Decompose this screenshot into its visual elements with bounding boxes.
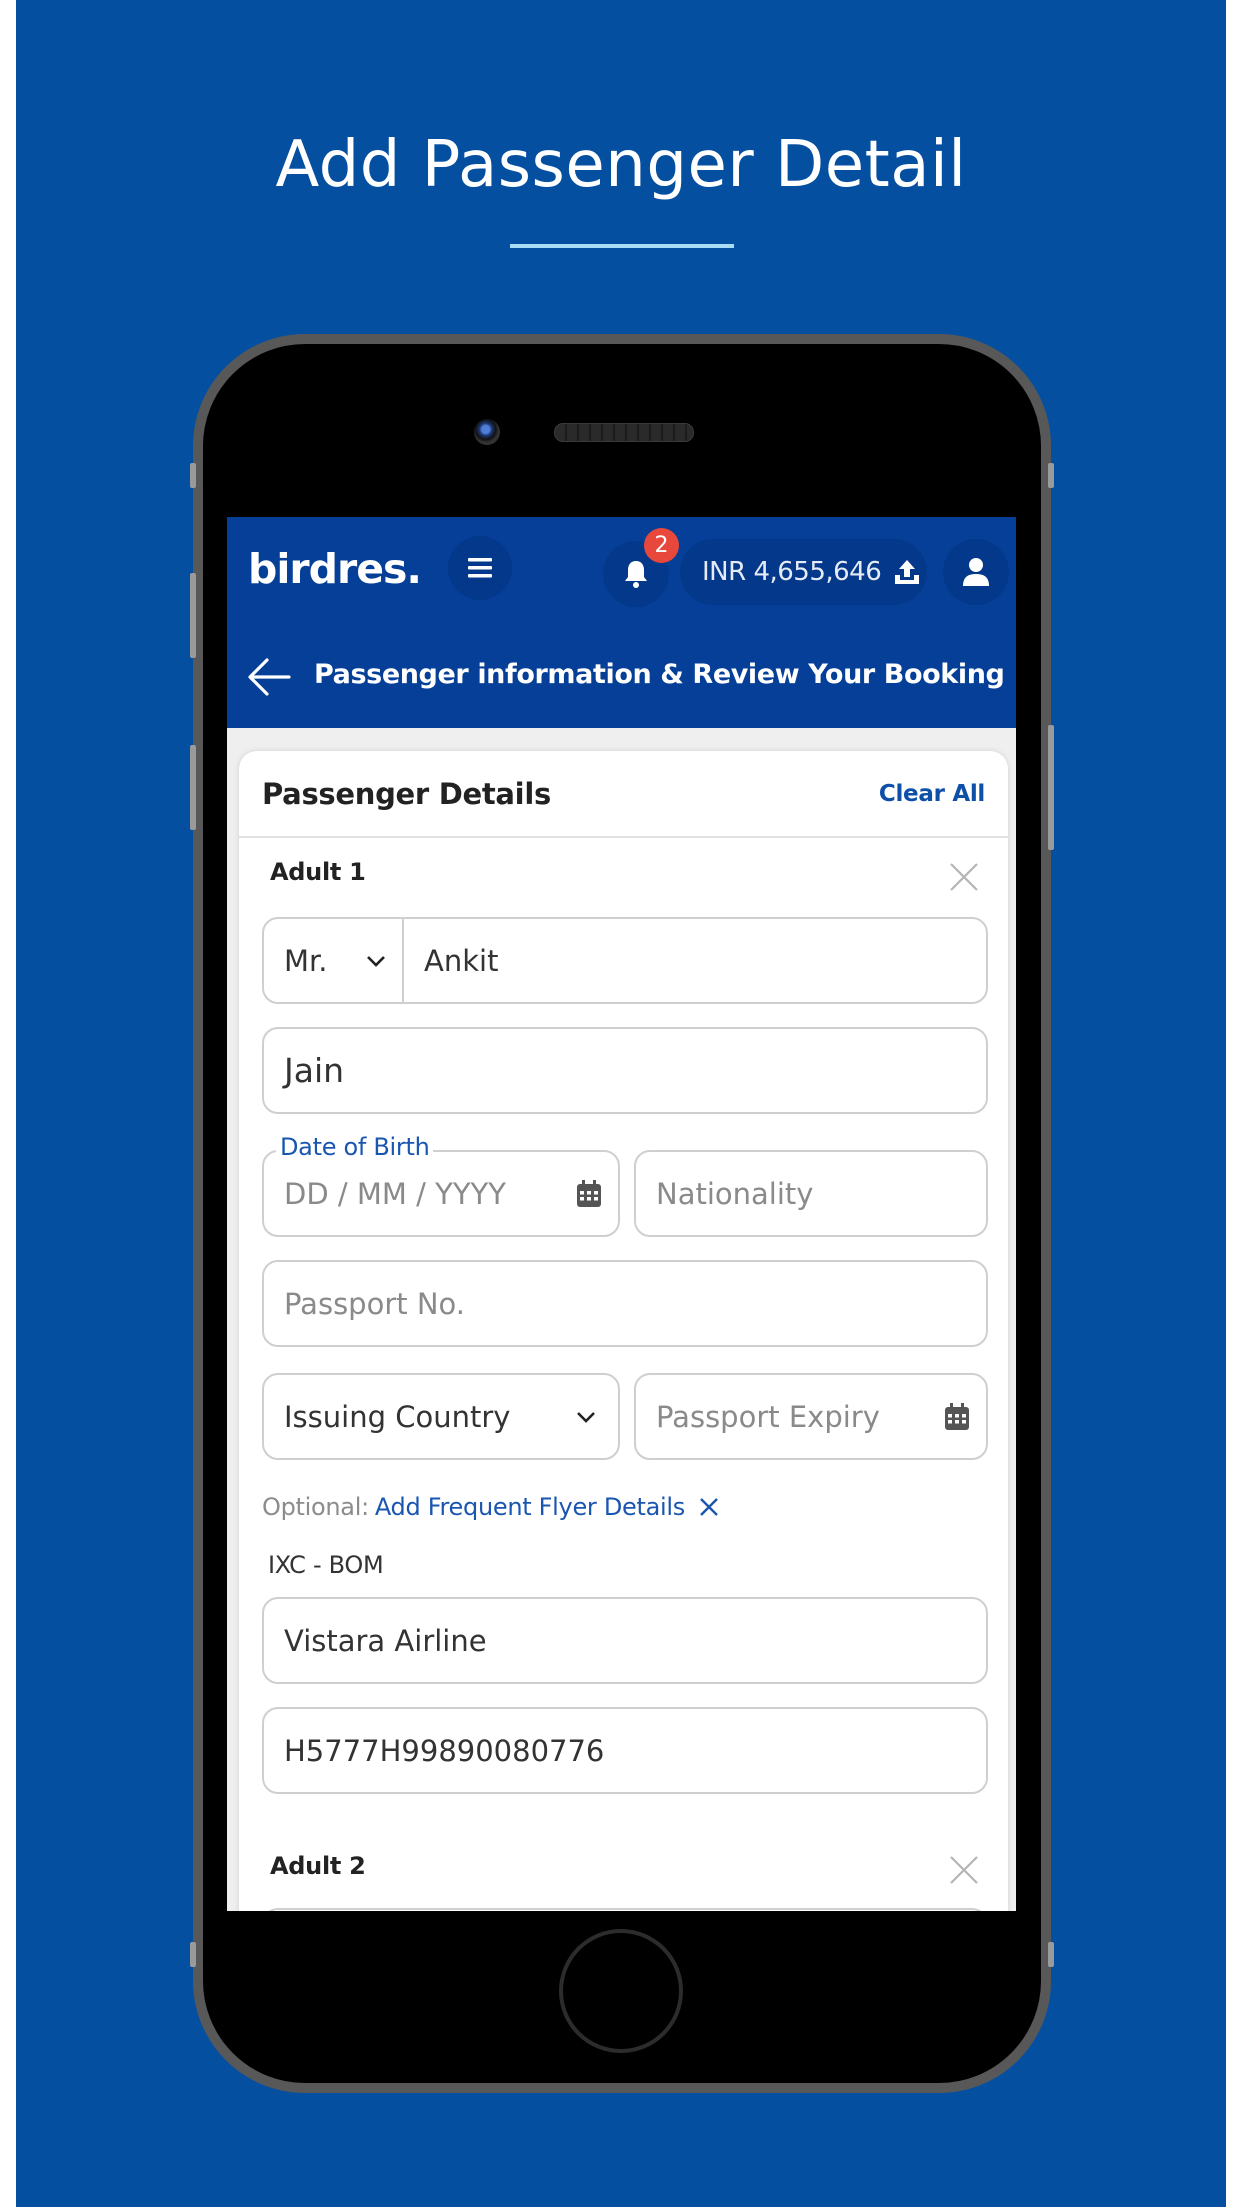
page-header: Passenger information & Review Your Book… (227, 647, 1016, 707)
name-row: Mr. Ankit (262, 917, 988, 1004)
issuing-country-select[interactable]: Issuing Country (262, 1373, 620, 1460)
wallet-balance: INR 4,655,646 (702, 557, 882, 587)
close-icon[interactable] (949, 862, 979, 892)
airline-value: Vistara Airline (284, 1623, 487, 1658)
flight-route: IXC - BOM (268, 1551, 384, 1579)
phone-volume-up (190, 573, 196, 658)
phone-side-marker-bottom-left (190, 1942, 196, 1967)
passenger-details-card: Passenger Details Clear All Adult 1 Mr. … (239, 751, 1008, 1911)
frequent-flyer-number-value: H5777H99890080776 (284, 1733, 605, 1768)
first-name-input[interactable]: Ankit (424, 944, 498, 978)
optional-prefix: Optional: (262, 1493, 369, 1521)
promo-title: Add Passenger Detail (275, 128, 967, 202)
hamburger-icon (468, 558, 492, 578)
chevron-down-icon (367, 955, 385, 967)
passenger-label: Adult 1 (270, 858, 366, 886)
card-title: Passenger Details (262, 777, 551, 811)
phone-volume-down (190, 745, 196, 830)
last-name-value: Jain (284, 1051, 345, 1090)
calendar-icon[interactable] (944, 1402, 970, 1431)
close-icon[interactable] (949, 1855, 979, 1885)
phone-side-marker-bottom-right (1048, 1942, 1054, 1967)
nationality-input[interactable]: Nationality (634, 1150, 988, 1237)
dob-placeholder: DD / MM / YYYY (284, 1176, 506, 1211)
card-header: Passenger Details Clear All (239, 751, 1008, 838)
phone-screen: birdres. 2 INR 4,655,646 Passenger infor… (227, 517, 1016, 1911)
front-camera (474, 419, 500, 445)
home-button[interactable] (559, 1929, 683, 2053)
phone-mute-switch (190, 463, 196, 488)
earpiece-speaker (554, 423, 694, 442)
airline-input[interactable]: Vistara Airline (262, 1597, 988, 1684)
user-icon (963, 558, 989, 586)
issuing-country-value: Issuing Country (284, 1399, 511, 1434)
phone-power-button (1048, 725, 1054, 850)
calendar-icon[interactable] (576, 1179, 602, 1208)
upload-icon (893, 558, 921, 586)
name-row[interactable] (262, 1908, 988, 1911)
page-title: Passenger information & Review Your Book… (314, 659, 1005, 690)
arrow-left-icon[interactable] (247, 657, 291, 697)
title-select-value: Mr. (284, 943, 328, 978)
phone-side-marker (1048, 463, 1054, 488)
passport-number-placeholder: Passport No. (284, 1286, 465, 1321)
profile-button[interactable] (943, 539, 1009, 605)
passport-expiry-placeholder: Passport Expiry (656, 1399, 880, 1434)
passenger-label: Adult 2 (270, 1852, 366, 1880)
frequent-flyer-toggle-row: Optional: Add Frequent Flyer Details (262, 1493, 719, 1521)
menu-button[interactable] (448, 536, 512, 600)
wallet-balance-button[interactable]: INR 4,655,646 (680, 539, 927, 605)
notification-count-badge: 2 (644, 528, 679, 563)
dob-floating-label: Date of Birth (276, 1133, 434, 1161)
title-select[interactable]: Mr. (264, 919, 404, 1002)
last-name-input[interactable]: Jain (262, 1027, 988, 1114)
brand-logo[interactable]: birdres. (248, 545, 422, 593)
bell-icon (625, 561, 647, 588)
chevron-down-icon (576, 1411, 596, 1423)
app-header: birdres. 2 INR 4,655,646 Passenger infor… (227, 517, 1016, 728)
close-icon[interactable] (699, 1497, 719, 1517)
clear-all-button[interactable]: Clear All (879, 781, 985, 807)
passport-number-input[interactable]: Passport No. (262, 1260, 988, 1347)
add-frequent-flyer-link[interactable]: Add Frequent Flyer Details (375, 1493, 685, 1521)
passport-expiry-input[interactable]: Passport Expiry (634, 1373, 988, 1460)
frequent-flyer-number-input[interactable]: H5777H99890080776 (262, 1707, 988, 1794)
promo-title-underline (510, 244, 734, 248)
date-of-birth-input[interactable]: DD / MM / YYYY (262, 1150, 620, 1237)
nationality-placeholder: Nationality (656, 1176, 814, 1211)
